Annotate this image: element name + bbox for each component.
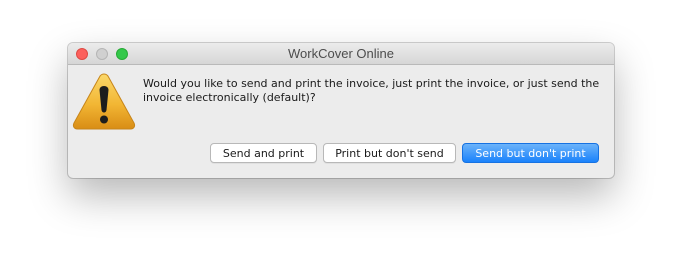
print-but-dont-send-button[interactable]: Print but don't send <box>323 143 456 163</box>
dialog-message: Would you like to send and print the inv… <box>143 77 600 104</box>
window-title: WorkCover Online <box>288 46 394 61</box>
warning-triangle-icon <box>72 73 136 130</box>
alert-dialog: WorkCover Online Would you like to send … <box>68 43 614 178</box>
title-bar[interactable]: WorkCover Online <box>68 43 614 65</box>
send-and-print-button[interactable]: Send and print <box>210 143 317 163</box>
send-but-dont-print-button[interactable]: Send but don't print <box>462 143 599 163</box>
